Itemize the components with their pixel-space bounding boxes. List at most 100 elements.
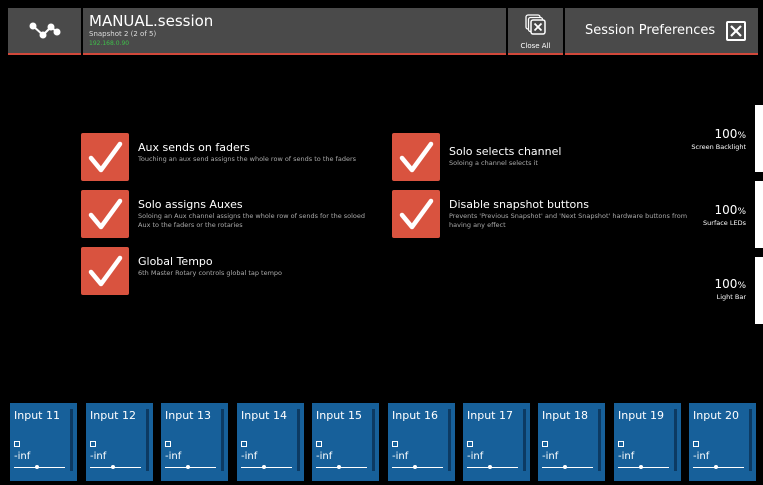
channel-name: Input 15 — [316, 409, 362, 422]
fader-value: -inf — [392, 451, 409, 462]
checkmark-icon — [88, 255, 123, 287]
channel-strip[interactable]: Input 18 -inf — [538, 403, 605, 481]
option-title: Solo selects channel — [449, 145, 562, 158]
session-title: MANUAL.session — [89, 12, 214, 30]
close-all-button[interactable]: Close All — [508, 8, 563, 55]
option-title: Aux sends on faders — [138, 141, 250, 154]
fader-track[interactable] — [542, 467, 593, 468]
option-description: Touching an aux send assigns the whole r… — [138, 155, 357, 163]
checkmark-icon — [399, 198, 434, 230]
checkmark-icon — [88, 141, 123, 173]
snapshot-status: Snapshot 2 (2 of 5) — [89, 30, 157, 38]
light-bar-slider[interactable]: 100% Light Bar — [660, 257, 763, 324]
level-meter — [297, 409, 300, 471]
fader-knob[interactable] — [337, 465, 341, 469]
fader-knob[interactable] — [186, 465, 190, 469]
fader-knob[interactable] — [488, 465, 492, 469]
slider-label: Screen Backlight — [691, 143, 746, 151]
top-bar: MANUAL.session Snapshot 2 (2 of 5) 192.1… — [0, 0, 763, 55]
slider-label: Light Bar — [716, 293, 746, 301]
fader-track[interactable] — [316, 467, 367, 468]
slider-track[interactable] — [755, 181, 763, 248]
channel-strip[interactable]: Input 11 -inf — [10, 403, 77, 481]
fader-value: -inf — [618, 451, 635, 462]
channel-strip[interactable]: Input 19 -inf — [614, 403, 681, 481]
fader-value: -inf — [693, 451, 710, 462]
option-description: Soloing a channel selects it — [449, 159, 538, 167]
level-meter — [146, 409, 149, 471]
channel-strip[interactable]: Input 12 -inf — [86, 403, 153, 481]
aux-sends-checkbox[interactable] — [81, 133, 129, 181]
fader-value: -inf — [14, 451, 31, 462]
global-tempo-checkbox[interactable] — [81, 247, 129, 295]
fader-value: -inf — [316, 451, 333, 462]
fader-track[interactable] — [693, 467, 744, 468]
level-meter — [749, 409, 752, 471]
solo-assigns-auxes-checkbox[interactable] — [81, 190, 129, 238]
channel-select-icon — [392, 441, 398, 447]
fader-value: -inf — [90, 451, 107, 462]
channel-name: Input 20 — [693, 409, 739, 422]
fader-track[interactable] — [467, 467, 518, 468]
slider-track[interactable] — [755, 105, 763, 172]
surface-leds-slider[interactable]: 100% Surface LEDs — [660, 181, 763, 248]
channel-select-icon — [241, 441, 247, 447]
channel-strip[interactable]: Input 20 -inf — [689, 403, 756, 481]
value-number: 100 — [714, 203, 738, 217]
fader-knob[interactable] — [714, 465, 718, 469]
channel-strip[interactable]: Input 15 -inf — [312, 403, 379, 481]
slider-label: Surface LEDs — [703, 219, 746, 227]
fader-value: -inf — [467, 451, 484, 462]
solo-selects-channel-checkbox[interactable] — [392, 133, 440, 181]
fader-value: -inf — [542, 451, 559, 462]
fader-knob[interactable] — [413, 465, 417, 469]
option-title: Global Tempo — [138, 255, 213, 268]
fader-track[interactable] — [14, 467, 65, 468]
channel-strip[interactable]: Input 14 -inf — [237, 403, 304, 481]
slider-value: 100% — [715, 127, 746, 141]
preferences-header: Session Preferences — [565, 8, 758, 55]
fader-knob[interactable] — [111, 465, 115, 469]
fader-knob[interactable] — [35, 465, 39, 469]
channel-strip[interactable]: Input 16 -inf — [388, 403, 455, 481]
fader-knob[interactable] — [639, 465, 643, 469]
value-number: 100 — [714, 277, 738, 291]
level-meter — [523, 409, 526, 471]
value-unit: % — [737, 131, 746, 141]
ip-address: 192.168.0.90 — [89, 40, 130, 47]
screen-backlight-slider[interactable]: 100% Screen Backlight — [660, 105, 763, 172]
fader-knob[interactable] — [262, 465, 266, 469]
checkmark-icon — [88, 198, 123, 230]
disable-snapshot-checkbox[interactable] — [392, 190, 440, 238]
channel-name: Input 14 — [241, 409, 287, 422]
fader-knob[interactable] — [563, 465, 567, 469]
channel-select-icon — [542, 441, 548, 447]
network-nodes-icon — [29, 22, 60, 38]
option-description: Prevents 'Previous Snapshot' and 'Next S… — [449, 212, 688, 229]
level-meter — [372, 409, 375, 471]
level-meter — [70, 409, 73, 471]
slider-track[interactable] — [755, 257, 763, 324]
channel-select-icon — [693, 441, 699, 447]
channel-strip[interactable]: Input 13 -inf — [161, 403, 228, 481]
fader-track[interactable] — [241, 467, 292, 468]
option-title: Disable snapshot buttons — [449, 198, 589, 211]
channel-select-icon — [165, 441, 171, 447]
fader-track[interactable] — [165, 467, 216, 468]
channel-select-icon — [467, 441, 473, 447]
fader-track[interactable] — [618, 467, 669, 468]
fader-track[interactable] — [90, 467, 141, 468]
value-unit: % — [737, 281, 746, 291]
fader-value: -inf — [165, 451, 182, 462]
home-button[interactable] — [8, 8, 81, 55]
channel-strip[interactable]: Input 17 -inf — [463, 403, 530, 481]
level-meter — [448, 409, 451, 471]
fader-track[interactable] — [392, 467, 443, 468]
channel-select-icon — [90, 441, 96, 447]
channel-name: Input 13 — [165, 409, 211, 422]
close-preferences-button[interactable] — [726, 21, 746, 41]
session-info-panel[interactable]: MANUAL.session Snapshot 2 (2 of 5) 192.1… — [83, 8, 506, 55]
channel-name: Input 11 — [14, 409, 60, 422]
channel-name: Input 18 — [542, 409, 588, 422]
channel-select-icon — [316, 441, 322, 447]
